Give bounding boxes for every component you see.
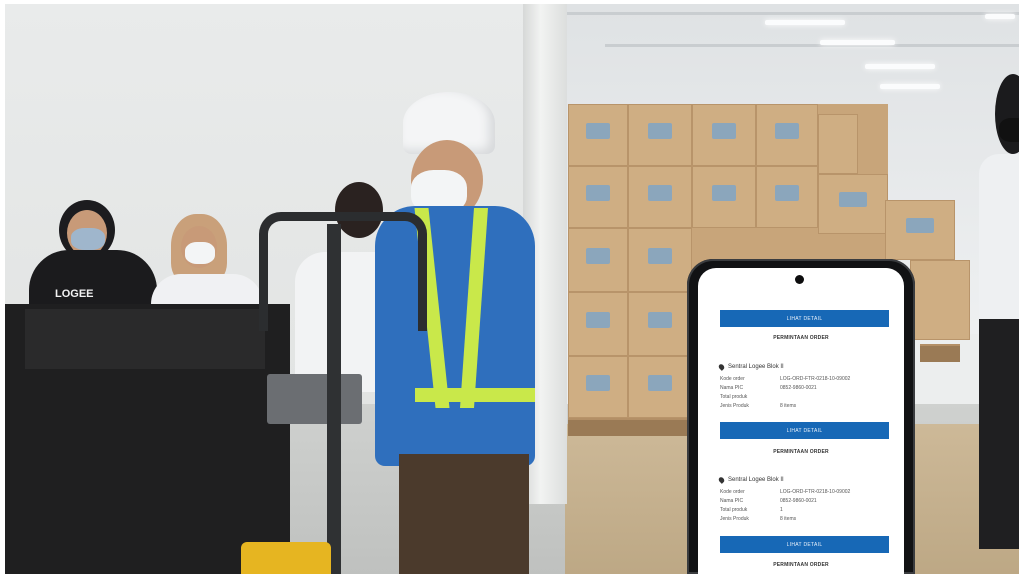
pallet-jack-pole [327,224,341,574]
location-pin-icon [717,476,726,484]
box [692,104,756,166]
box [756,104,818,166]
box [692,166,756,228]
section-title: PERMINTAAN ORDER [773,335,829,341]
box [628,356,692,418]
box [628,228,692,292]
box [568,166,628,228]
view-detail-button[interactable]: LIHAT DETAIL [720,422,889,439]
box [628,104,692,166]
box [756,166,818,228]
view-detail-button[interactable]: LIHAT DETAIL [720,536,889,553]
phone-screen: LIHAT DETAIL PERMINTAAN ORDER Sentral Lo… [698,268,904,574]
front-camera [795,275,804,284]
box [568,104,628,166]
box [818,174,888,234]
box [885,200,955,260]
pallet [920,344,960,362]
box [910,260,970,340]
ceiling-beam [565,12,1019,15]
pallet-jack-base [241,542,331,574]
box [568,228,628,292]
scanner-device [267,374,362,424]
location-pin-icon [717,363,726,371]
pallet [568,418,698,436]
ceiling-light [765,20,845,25]
shirt-logo: LOGEE [55,288,94,300]
box [568,292,628,356]
store-name: Sentral Logee Blok II [728,364,784,370]
view-detail-button[interactable]: LIHAT DETAIL [720,310,889,327]
box [628,166,692,228]
box [628,292,692,356]
ceiling-light [865,64,935,69]
trousers [399,454,529,574]
ceiling-beam [605,44,1019,47]
section-title: PERMINTAAN ORDER [773,562,829,568]
ceiling-light [880,84,940,89]
pallet-jack-handle [259,212,427,331]
ceiling-light [985,14,1015,19]
box [818,114,858,174]
ceiling-light [820,40,895,45]
store-name: Sentral Logee Blok II [728,477,784,483]
box [568,356,628,418]
section-title: PERMINTAAN ORDER [773,449,829,455]
laptop [25,309,265,369]
